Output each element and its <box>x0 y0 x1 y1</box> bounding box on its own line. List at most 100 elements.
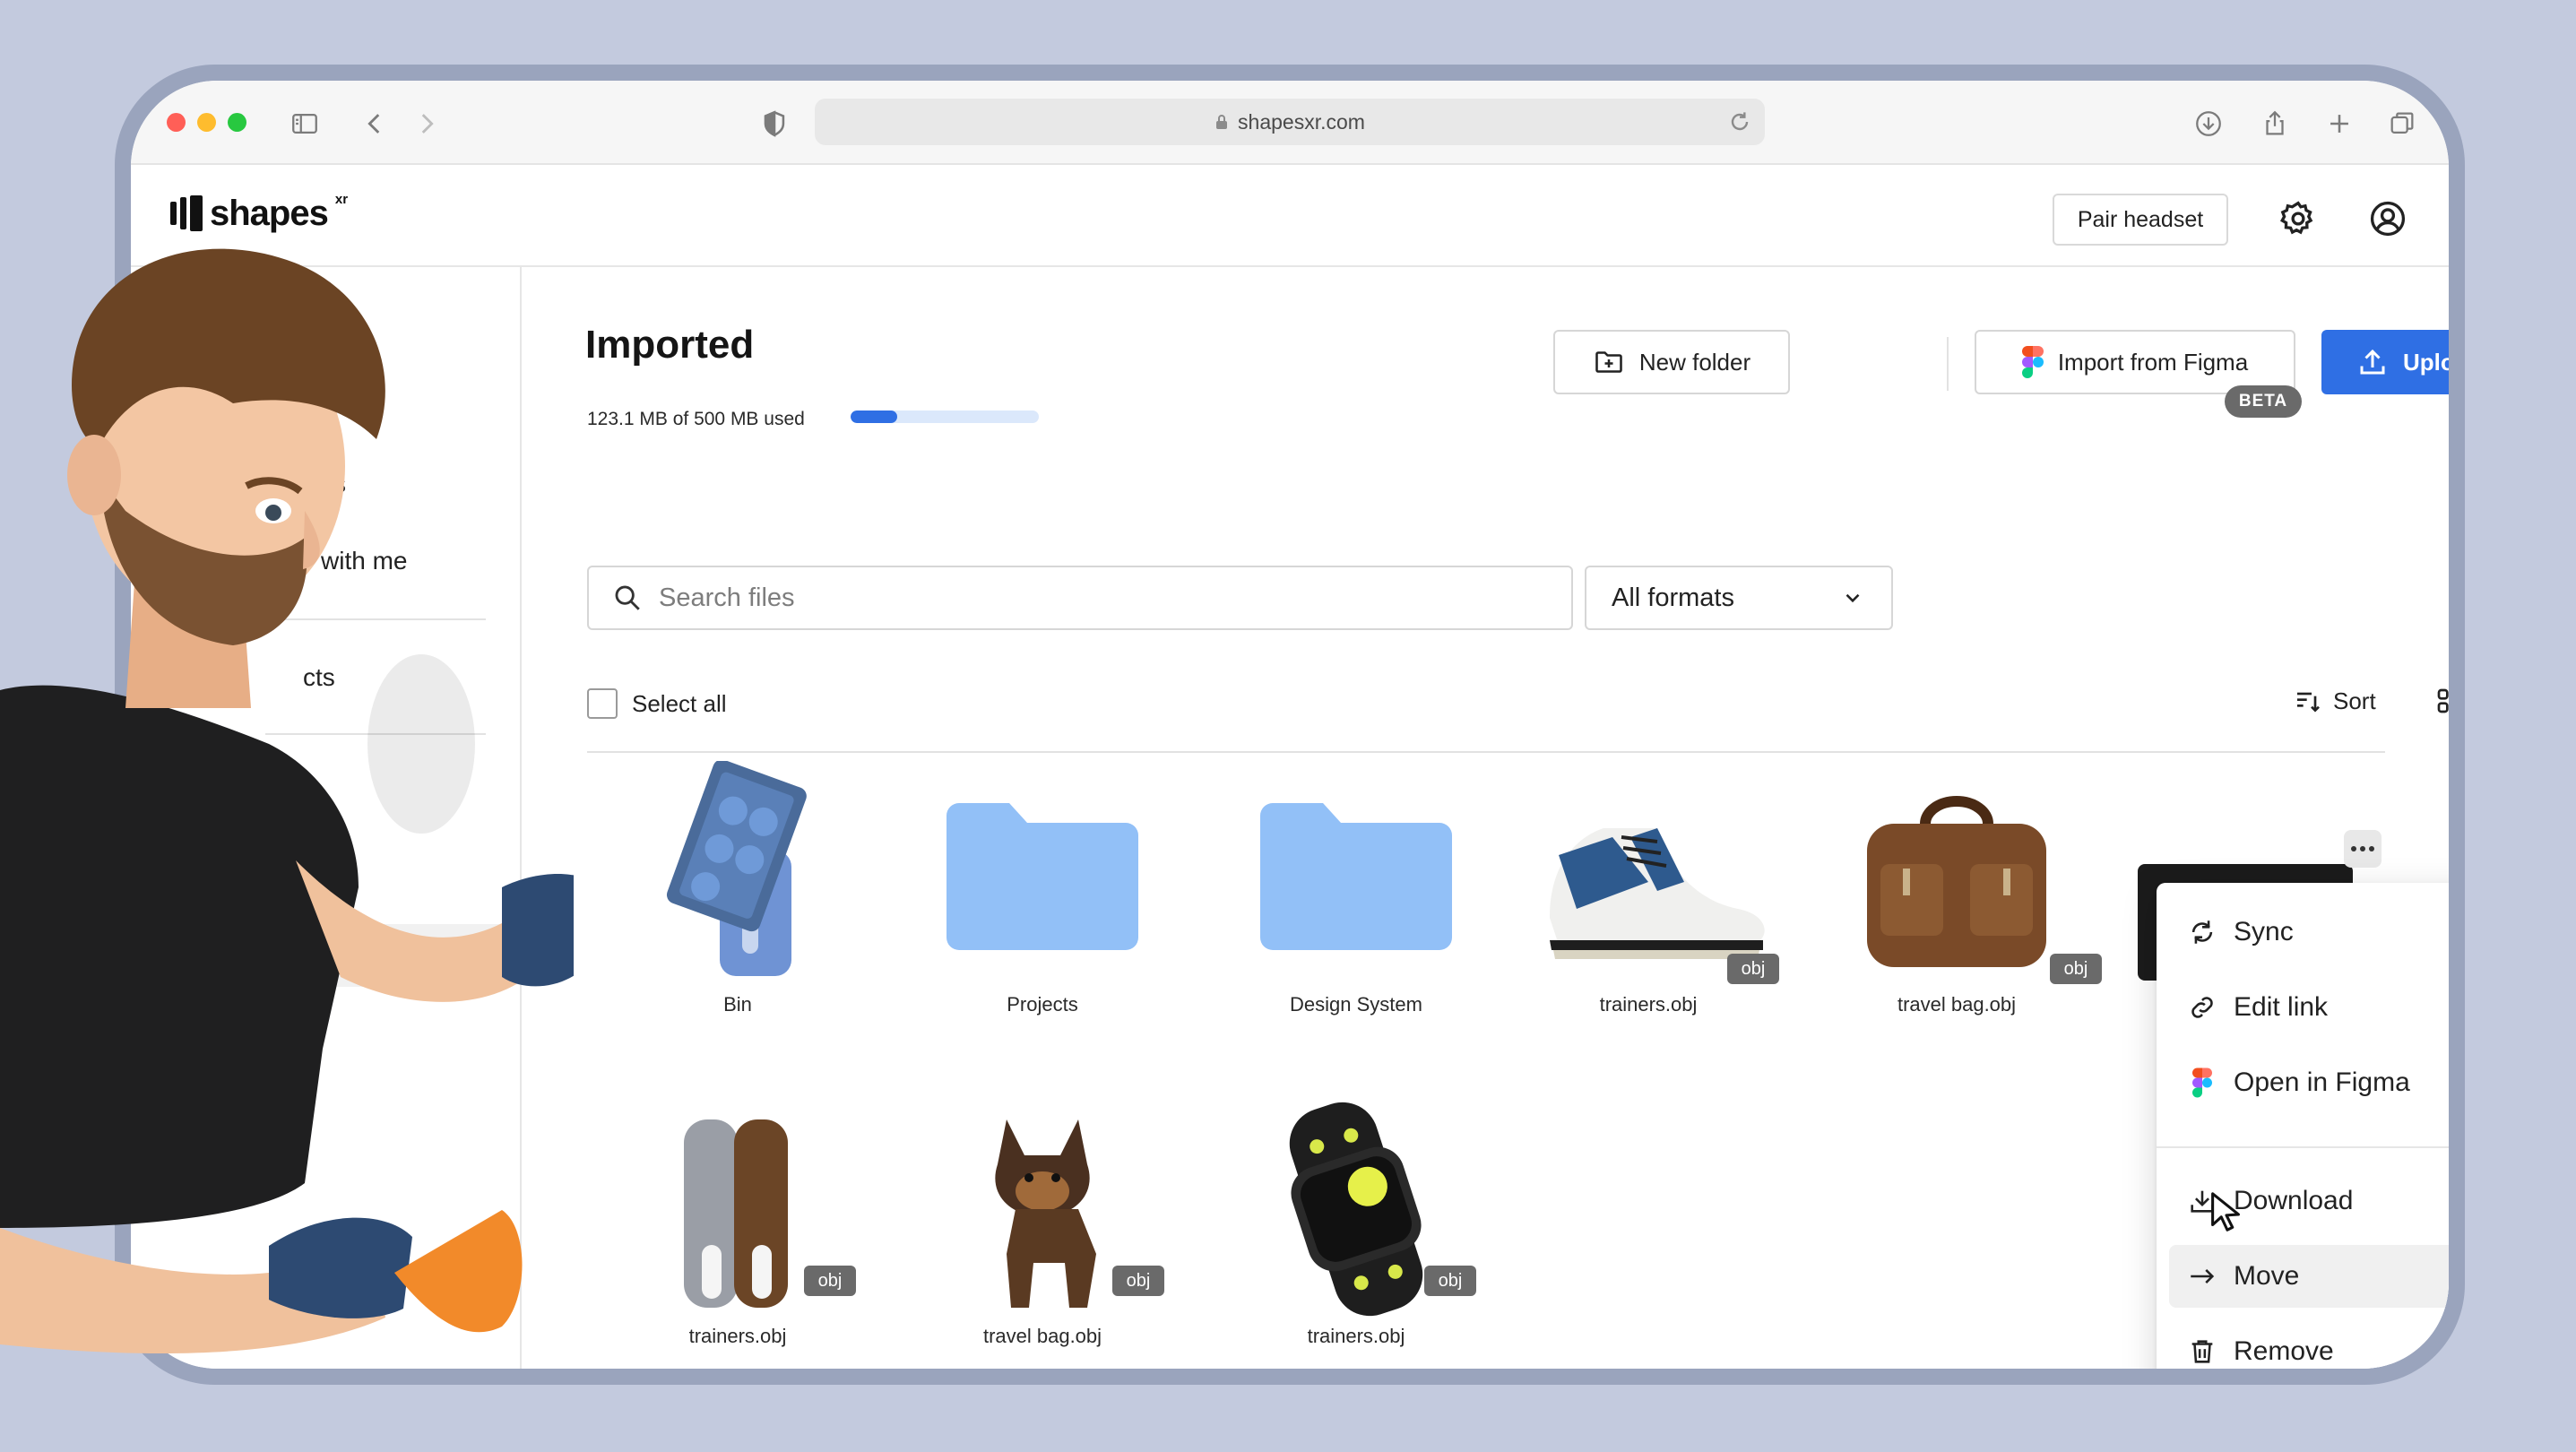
menu-item-label: Sync <box>2234 917 2294 946</box>
upload-label: Upload <box>2402 348 2449 376</box>
new-tab-icon[interactable] <box>2320 104 2359 143</box>
account-icon[interactable] <box>2368 199 2407 238</box>
reload-icon[interactable] <box>1725 108 1754 136</box>
menu-item-edit-link[interactable]: Edit link <box>2169 976 2449 1039</box>
storage-progress-bar <box>851 411 1039 423</box>
file-label: travel bag.obj <box>982 1325 1102 1347</box>
new-folder-label: New folder <box>1638 348 1751 376</box>
page-title: Imported <box>585 323 755 367</box>
file-tile-trainers[interactable]: obj trainers.obj <box>1496 774 1801 1016</box>
file-type-badge: obj <box>1727 954 1779 984</box>
logo-mark-icon <box>170 194 203 233</box>
shapesxr-logo[interactable]: shapes xr <box>170 192 349 233</box>
menu-item-label: Download <box>2234 1186 2354 1215</box>
toolbar-divider <box>1947 337 1949 391</box>
search-icon <box>615 585 640 610</box>
folder-tile-design-system[interactable]: Design System <box>1204 774 1508 1016</box>
figma-icon <box>2192 1067 2212 1098</box>
tab-overview-icon[interactable] <box>2382 104 2422 143</box>
url-text: shapesxr.com <box>1238 109 1365 134</box>
menu-item-label: Move <box>2234 1261 2300 1291</box>
pair-headset-button[interactable]: Pair headset <box>2053 194 2228 246</box>
sidebar-toggle-icon[interactable] <box>285 104 324 143</box>
figma-icon <box>2021 346 2044 378</box>
menu-item-label: Open in Figma <box>2234 1067 2410 1097</box>
back-icon[interactable] <box>355 104 394 143</box>
sidebar: s with me cts <box>131 267 522 1369</box>
chevron-down-icon <box>1846 593 1860 603</box>
close-window-button[interactable] <box>167 113 186 132</box>
downloads-icon[interactable] <box>2189 104 2228 143</box>
file-type-badge: obj <box>2050 954 2102 984</box>
view-mode-toggle[interactable] <box>2435 687 2449 715</box>
new-folder-button[interactable]: New folder <box>1553 330 1790 394</box>
sort-icon <box>2297 692 2320 713</box>
browser-window: shapesxr.com shapes xr Pair headset s wi… <box>131 81 2449 1369</box>
file-tile-travel-bag-dog[interactable]: obj travel bag.obj <box>890 1106 1195 1347</box>
address-bar[interactable]: shapesxr.com <box>815 99 1765 145</box>
format-select[interactable]: All formats <box>1585 566 1893 630</box>
folder-icon <box>1204 774 1508 981</box>
trash-icon <box>2191 1340 2213 1363</box>
settings-icon[interactable] <box>2278 199 2318 238</box>
select-all-label: Select all <box>632 689 727 717</box>
menu-item-open-in-figma[interactable]: Open in Figma <box>2169 1051 2449 1114</box>
travel-bag-thumbnail <box>1804 774 2109 981</box>
file-label: trainers.obj <box>688 1325 787 1347</box>
menu-item-remove[interactable]: Remove <box>2169 1320 2449 1369</box>
menu-item-sync[interactable]: Sync <box>2169 901 2449 964</box>
menu-item-move[interactable]: Move <box>2169 1245 2449 1308</box>
file-label: travel bag.obj <box>1897 993 2017 1016</box>
logo-superscript: xr <box>334 192 349 207</box>
app-header: shapes xr Pair headset <box>131 165 2449 267</box>
sidebar-item-projects[interactable]: cts <box>303 663 335 692</box>
file-label: trainers.obj <box>1599 993 1698 1016</box>
sync-icon <box>2191 920 2213 944</box>
file-tile-travel-bag[interactable]: obj travel bag.obj <box>1804 774 2109 1016</box>
storage-usage-text: 123.1 MB of 500 MB used <box>587 409 805 429</box>
sidebar-divider <box>265 733 486 735</box>
lock-icon <box>1216 115 1228 129</box>
select-all[interactable]: Select all <box>587 688 727 719</box>
share-icon[interactable] <box>2255 104 2295 143</box>
file-tile-bin[interactable]: Bin <box>585 761 890 1016</box>
sidebar-item-my-files[interactable]: s <box>333 470 346 498</box>
sneaker-thumbnail <box>1496 774 1801 981</box>
minimize-window-button[interactable] <box>197 113 216 132</box>
select-all-checkbox[interactable] <box>587 688 618 719</box>
menu-divider <box>2157 1146 2449 1148</box>
sidebar-item-imported-active[interactable] <box>265 924 507 987</box>
folder-tile-projects[interactable]: Projects <box>890 774 1195 1016</box>
list-divider <box>587 751 2385 753</box>
search-box <box>587 566 1573 630</box>
file-label: Projects <box>1007 993 1078 1016</box>
sidebar-item-shared-with-me[interactable]: with me <box>321 547 407 575</box>
search-input[interactable] <box>659 583 1465 613</box>
forward-icon[interactable] <box>407 104 446 143</box>
more-options-button[interactable] <box>2344 830 2382 868</box>
file-label: Bin <box>723 993 752 1016</box>
file-tile-trainers-watch[interactable]: obj trainers.obj <box>1204 1102 1508 1347</box>
upload-button[interactable]: Upload <box>2321 330 2449 394</box>
upload-icon <box>2360 349 2385 375</box>
grid-view-icon <box>2437 688 2449 713</box>
arrow-right-icon <box>2191 1269 2215 1283</box>
context-menu: Sync Edit link Open in Figma Download Mo… <box>2157 883 2449 1369</box>
file-type-badge: obj <box>1112 1266 1164 1296</box>
sort-label: Sort <box>2333 687 2376 714</box>
sort-button[interactable]: Sort <box>2294 687 2376 715</box>
privacy-shield-icon[interactable] <box>755 104 794 143</box>
logo-text: shapes <box>210 194 329 233</box>
beta-badge: BETA <box>2225 385 2302 418</box>
zoom-window-button[interactable] <box>228 113 246 132</box>
storage-progress-fill <box>851 411 897 423</box>
folder-icon <box>890 774 1195 981</box>
file-type-badge: obj <box>804 1266 856 1296</box>
file-label: Design System <box>1290 993 1422 1016</box>
link-icon <box>2191 997 2213 1018</box>
file-label: trainers.obj <box>1307 1325 1405 1347</box>
sidebar-divider <box>265 618 486 620</box>
menu-item-label: Edit link <box>2234 992 2329 1022</box>
file-tile-trainers-zipper[interactable]: obj trainers.obj <box>585 1106 890 1347</box>
file-type-badge: obj <box>1424 1266 1476 1296</box>
